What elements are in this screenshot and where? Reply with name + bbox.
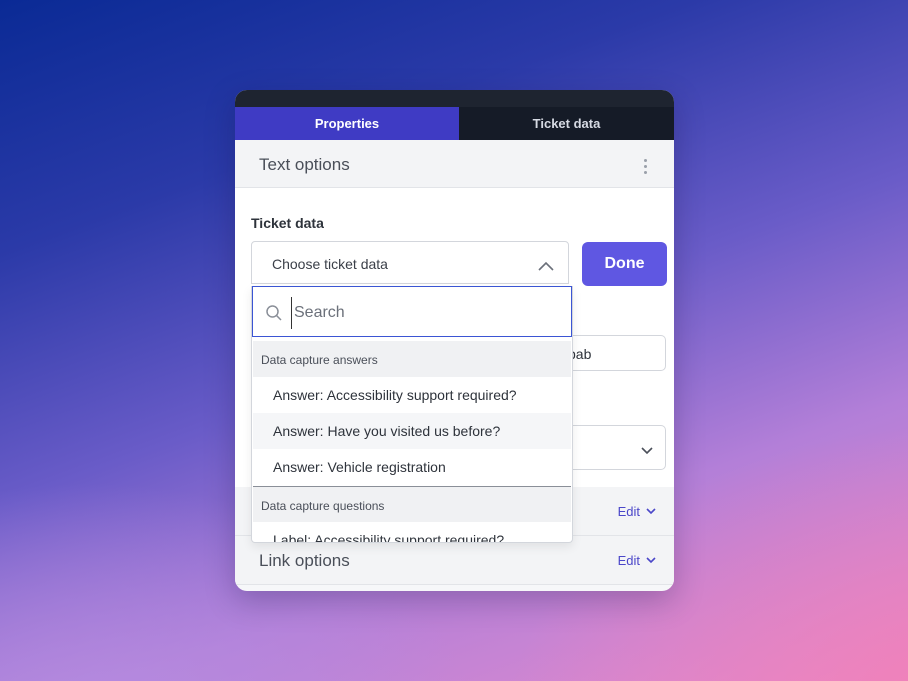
link-options-title: Link options [259, 551, 350, 570]
dropdown-option[interactable]: Label: Accessibility support required? [253, 522, 571, 543]
search-field[interactable] [252, 286, 572, 337]
edit-label: Edit [617, 553, 640, 568]
text-input-behind[interactable]: bab [565, 335, 666, 371]
dropdown-option[interactable]: Answer: Accessibility support required? [253, 377, 571, 413]
properties-panel: Properties Ticket data Text options Tick… [235, 90, 674, 591]
ticket-data-select-value: Choose ticket data [272, 256, 388, 272]
option-label: Answer: Have you visited us before? [273, 423, 501, 439]
group-header-label: Data capture answers [261, 353, 378, 367]
option-label: Answer: Accessibility support required? [273, 387, 517, 403]
section-title: Text options [259, 155, 350, 174]
edit-label: Edit [617, 504, 640, 519]
kebab-menu-icon[interactable] [644, 159, 648, 175]
search-input[interactable] [291, 297, 556, 329]
select-behind[interactable] [565, 425, 666, 470]
group-header-label: Data capture questions [261, 499, 385, 513]
tab-bar: Properties Ticket data [235, 107, 674, 140]
dropdown-option[interactable]: Answer: Have you visited us before? [253, 413, 571, 449]
text-options-header: Text options [235, 140, 674, 188]
tab-ticket-data[interactable]: Ticket data [459, 107, 674, 140]
tab-properties[interactable]: Properties [235, 107, 459, 140]
link-options-edit-link[interactable]: Edit [618, 553, 656, 568]
chevron-down-icon [646, 557, 656, 564]
chevron-up-icon [538, 258, 554, 276]
ticket-data-dropdown: Data capture answers Answer: Accessibili… [251, 286, 573, 543]
panel-top-bar [235, 90, 674, 107]
dropdown-option[interactable]: Answer: Vehicle registration [253, 449, 571, 485]
ticket-data-select[interactable]: Choose ticket data [251, 241, 569, 284]
group-header-questions: Data capture questions [253, 486, 571, 522]
option-label: Answer: Vehicle registration [273, 459, 446, 475]
chevron-down-icon [641, 442, 653, 460]
ticket-data-label: Ticket data [251, 215, 324, 231]
link-options-row: Link options Edit [235, 536, 674, 585]
group-header-answers: Data capture answers [253, 341, 571, 377]
search-icon [265, 304, 283, 327]
chevron-down-icon [646, 508, 656, 515]
done-button[interactable]: Done [582, 242, 667, 286]
option-label: Label: Accessibility support required? [273, 532, 505, 543]
edit-link[interactable]: Edit [618, 504, 656, 519]
